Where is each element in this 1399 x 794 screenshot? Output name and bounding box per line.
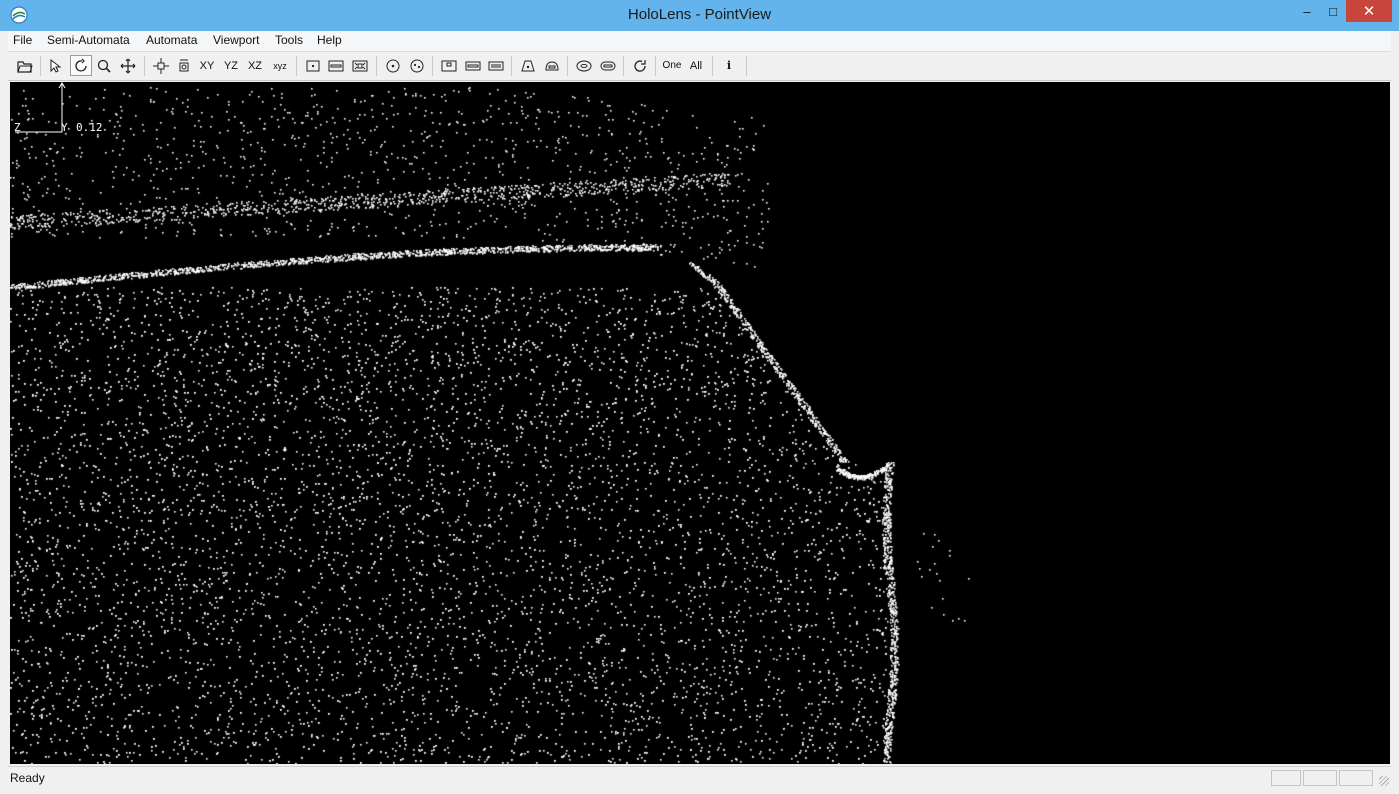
status-bar: Ready	[8, 766, 1391, 788]
view-xyz-button[interactable]: xyz	[269, 55, 291, 76]
app-window: HoloLens - PointView – □ ✕ File Semi-Aut…	[0, 0, 1399, 794]
minimize-button[interactable]: –	[1294, 0, 1320, 22]
all-button[interactable]: All	[685, 55, 707, 76]
view-xy-button[interactable]: XY	[196, 55, 218, 76]
menu-semi-automata[interactable]: Semi-Automata	[47, 33, 130, 47]
pipe-tool-icon[interactable]	[485, 55, 507, 76]
capsule-tool-icon[interactable]	[597, 55, 619, 76]
toolbar: XY YZ XZ xyz One All i	[8, 52, 1391, 81]
torus-tool-icon[interactable]	[541, 55, 563, 76]
title-bar[interactable]: HoloLens - PointView – □ ✕	[0, 0, 1399, 31]
point-cloud-viewport[interactable]: Z Y 0.12	[10, 82, 1390, 764]
close-button[interactable]: ✕	[1346, 0, 1392, 22]
status-pane-3	[1339, 770, 1373, 786]
point-cloud-canvas[interactable]	[10, 82, 1390, 764]
menu-bar: File Semi-Automata Automata Viewport Too…	[8, 31, 1391, 52]
select-arrow-icon[interactable]	[44, 55, 66, 76]
cone-tool-icon[interactable]	[517, 55, 539, 76]
ring-tool-icon[interactable]	[573, 55, 595, 76]
refresh-icon[interactable]	[629, 55, 651, 76]
line-tool-icon[interactable]	[325, 55, 347, 76]
menu-viewport[interactable]: Viewport	[213, 33, 259, 47]
fit-center-icon[interactable]	[173, 55, 195, 76]
menu-help[interactable]: Help	[317, 33, 342, 47]
zoom-icon[interactable]	[93, 55, 115, 76]
status-pane-1	[1271, 770, 1301, 786]
axis-z-label: Z	[14, 121, 21, 134]
box-tool-icon[interactable]	[349, 55, 371, 76]
view-xz-button[interactable]: XZ	[244, 55, 266, 76]
fit-all-icon[interactable]	[150, 55, 172, 76]
menu-file[interactable]: File	[13, 33, 32, 47]
axis-y-label: Y	[61, 121, 68, 134]
open-folder-icon[interactable]	[14, 55, 36, 76]
info-icon[interactable]: i	[718, 55, 740, 76]
scale-readout: 0.12	[76, 121, 103, 134]
status-pane-2	[1303, 770, 1337, 786]
pan-icon[interactable]	[117, 55, 139, 76]
menu-automata[interactable]: Automata	[146, 33, 197, 47]
plane-tool-icon[interactable]	[438, 55, 460, 76]
status-text: Ready	[10, 771, 45, 785]
sphere-tool-icon[interactable]	[406, 55, 428, 76]
rotate-icon[interactable]	[70, 55, 92, 76]
window-title: HoloLens - PointView	[627, 6, 772, 23]
menu-tools[interactable]: Tools	[275, 33, 303, 47]
resize-grip[interactable]	[1379, 776, 1389, 786]
point-tool-icon[interactable]	[302, 55, 324, 76]
view-yz-button[interactable]: YZ	[220, 55, 242, 76]
maximize-button[interactable]: □	[1320, 0, 1346, 22]
circle-tool-icon[interactable]	[382, 55, 404, 76]
cylinder-tool-icon[interactable]	[462, 55, 484, 76]
one-button[interactable]: One	[661, 55, 683, 76]
